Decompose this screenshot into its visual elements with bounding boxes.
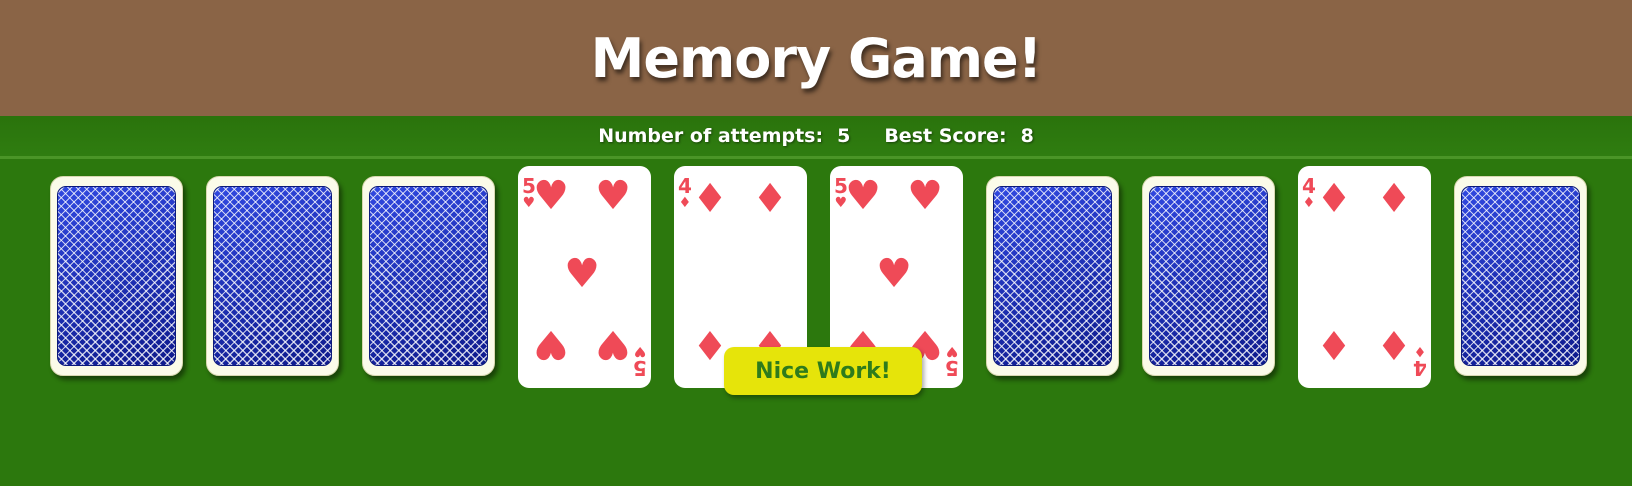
card-back-7[interactable] bbox=[986, 176, 1119, 376]
card-corner-index: 5 ♥ bbox=[945, 343, 959, 380]
hearts-pip-icon: ♥ bbox=[907, 173, 943, 219]
attempts-value: 5 bbox=[837, 125, 851, 147]
diamonds-pip-icon: ♦ bbox=[692, 321, 728, 367]
hearts-pip-icon: ♥ bbox=[533, 321, 569, 367]
best-score-label: Best Score: bbox=[884, 125, 1007, 147]
hearts-pip-icon: ♥ bbox=[595, 321, 631, 367]
hearts-icon: ♥ bbox=[633, 343, 647, 359]
card-back-pattern bbox=[57, 186, 176, 366]
hearts-pip-icon: ♥ bbox=[595, 173, 631, 219]
card-rank: 4 bbox=[678, 174, 692, 198]
card-back-8[interactable] bbox=[1142, 176, 1275, 376]
game-title: Memory Game! bbox=[590, 26, 1043, 90]
card-back-3[interactable] bbox=[362, 176, 495, 376]
diamonds-icon: ♦ bbox=[1302, 195, 1316, 211]
card-back-pattern bbox=[1461, 186, 1580, 366]
match-message: Nice Work! bbox=[724, 347, 922, 395]
card-corner-index: 4♦ bbox=[678, 176, 692, 210]
diamonds-pip-icon: ♦ bbox=[1316, 176, 1352, 222]
hearts-pip-icon: ♥ bbox=[876, 251, 912, 297]
attempts-stat: Number of attempts: 5 bbox=[598, 125, 850, 147]
card-back-pattern bbox=[369, 186, 488, 366]
card-rank: 5 bbox=[633, 356, 647, 380]
header-bar: Memory Game! bbox=[0, 0, 1632, 116]
diamonds-icon: ♦ bbox=[1413, 343, 1427, 359]
hearts-pip-icon: ♥ bbox=[845, 173, 881, 219]
attempts-label: Number of attempts: bbox=[598, 125, 824, 147]
diamonds-pip-icon: ♦ bbox=[692, 176, 728, 222]
diamonds-pip-icon: ♦ bbox=[1316, 321, 1352, 367]
card-rank: 5 bbox=[945, 356, 959, 380]
card-corner-index: 5 ♥ bbox=[633, 343, 647, 380]
hearts-icon: ♥ bbox=[945, 343, 959, 359]
hearts-pip-icon: ♥ bbox=[564, 251, 600, 297]
card-back-pattern bbox=[993, 186, 1112, 366]
hearts-pip-icon: ♥ bbox=[533, 173, 569, 219]
card-back-pattern bbox=[213, 186, 332, 366]
diamonds-pip-icon: ♦ bbox=[1376, 321, 1412, 367]
card-corner-index: 4♦ bbox=[1413, 343, 1427, 380]
diamonds-pip-icon: ♦ bbox=[752, 176, 788, 222]
card-board: 5♥5♥♥♥♥♥♥4♦4♦♦♦♦♦5♥5♥♥♥♥♥♥4♦4♦♦♦♦♦ bbox=[0, 160, 1632, 486]
diamonds-icon: ♦ bbox=[678, 195, 692, 211]
diamonds-pip-icon: ♦ bbox=[1376, 176, 1412, 222]
card-back-pattern bbox=[1149, 186, 1268, 366]
best-score-value: 8 bbox=[1020, 125, 1034, 147]
card-rank: 4 bbox=[1413, 356, 1427, 380]
card-rank: 4 bbox=[1302, 174, 1316, 198]
card-face-9[interactable]: 4 ♦ 4 ♦ ♦ ♦ ♦ ♦ bbox=[1298, 166, 1431, 388]
card-face-4[interactable]: 5 ♥ 5 ♥ ♥ ♥ ♥ ♥ ♥ bbox=[518, 166, 651, 388]
card-corner-index: 4♦ bbox=[1302, 176, 1316, 210]
card-back-10[interactable] bbox=[1454, 176, 1587, 376]
card-back-2[interactable] bbox=[206, 176, 339, 376]
stats-bar: Number of attempts: 5 Best Score: 8 bbox=[0, 116, 1632, 159]
best-score-stat: Best Score: 8 bbox=[884, 125, 1033, 147]
card-back-1[interactable] bbox=[50, 176, 183, 376]
